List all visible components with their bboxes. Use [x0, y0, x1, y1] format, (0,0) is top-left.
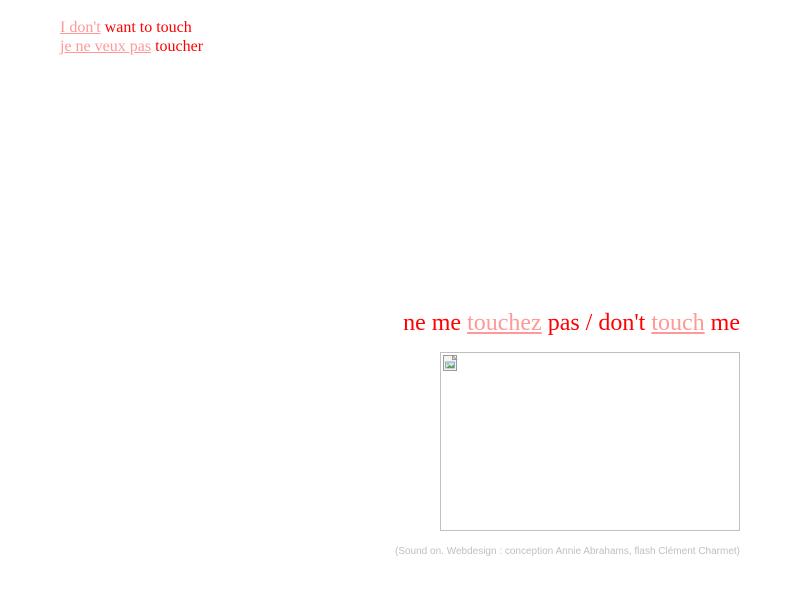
intro-line-english-text: want to touch: [100, 19, 192, 36]
flash-content-placeholder[interactable]: [440, 352, 740, 531]
intro-line-french: je ne veux pas toucher: [60, 37, 203, 56]
link-touch[interactable]: touch: [651, 310, 704, 336]
broken-image-icon: [443, 355, 458, 371]
link-i-dont[interactable]: I don't: [60, 19, 101, 36]
link-touchez[interactable]: touchez: [467, 310, 542, 336]
headline-part-me: me: [704, 310, 740, 336]
intro-text-block: I don't want to touch je ne veux pas tou…: [60, 18, 203, 56]
headline-part-pas-dont: pas / don't: [541, 310, 652, 336]
page-headline: ne me touchez pas / don't touch me: [403, 309, 740, 337]
intro-line-english: I don't want to touch: [60, 18, 203, 37]
intro-line-french-text: toucher: [151, 38, 204, 55]
link-je-ne-veux-pas[interactable]: je ne veux pas: [60, 38, 151, 55]
credits-text: (Sound on. Webdesign : conception Annie …: [394, 546, 740, 557]
headline-part-ne-me: ne me: [403, 310, 468, 336]
